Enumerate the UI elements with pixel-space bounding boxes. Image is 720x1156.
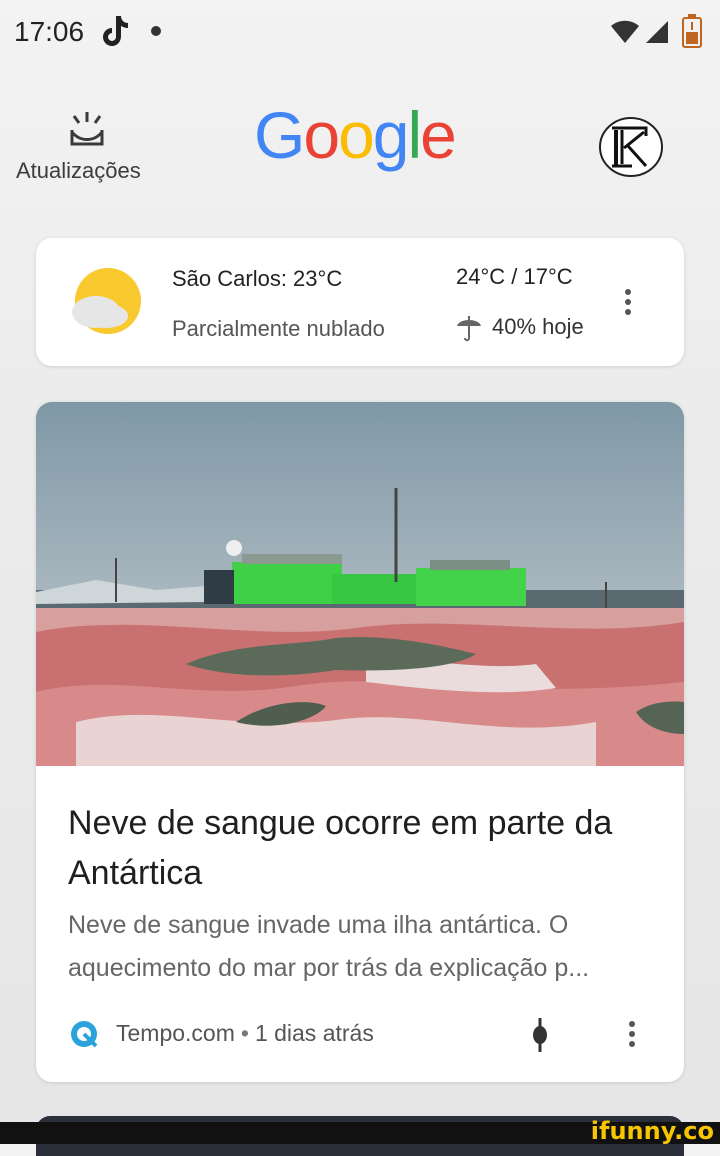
updates-label: Atualizações xyxy=(16,158,141,183)
umbrella-icon xyxy=(457,316,481,342)
logo-letter: G xyxy=(254,98,305,172)
more-options-icon[interactable] xyxy=(628,1020,636,1048)
news-card[interactable]: Neve de sangue ocorre em parte da Antárt… xyxy=(36,402,684,1082)
news-image xyxy=(36,402,684,766)
clock: 17:06 xyxy=(14,16,85,47)
notification-dot xyxy=(151,26,161,36)
updates-icon xyxy=(70,112,104,146)
more-options-icon[interactable] xyxy=(624,288,632,316)
logo-letter: o xyxy=(303,98,340,172)
ifunny-watermark: ifunny.co xyxy=(590,1117,714,1145)
weather-card[interactable]: São Carlos: 23°C Parcialmente nublado 24… xyxy=(36,238,684,366)
status-bar: 17:06 xyxy=(0,0,720,66)
logo-letter: g xyxy=(372,98,410,172)
profile-avatar[interactable] xyxy=(598,116,664,178)
wifi-icon xyxy=(611,20,639,43)
weather-high-low: 24°C / 17°C xyxy=(456,264,573,289)
partly-cloudy-icon xyxy=(72,268,141,334)
logo-letter: e xyxy=(420,98,457,172)
news-snippet: Neve de sangue invade uma ilha antártica… xyxy=(68,911,590,982)
rain-chance: 40% hoje xyxy=(492,314,584,339)
google-logo: Google xyxy=(254,98,457,172)
battery-icon xyxy=(682,14,702,48)
tempo-logo-icon xyxy=(71,1021,98,1048)
source-separator: • xyxy=(240,1020,249,1046)
logo-letter: l xyxy=(407,98,423,172)
news-source[interactable]: Tempo.com xyxy=(116,1020,235,1046)
news-source-line: Tempo.com • 1 dias atrás xyxy=(116,1020,374,1047)
news-time: 1 dias atrás xyxy=(254,1020,374,1046)
weather-condition: Parcialmente nublado xyxy=(172,316,385,341)
news-headline[interactable]: Neve de sangue ocorre em parte da Antárt… xyxy=(68,798,658,898)
weather-city-temp: São Carlos: 23°C xyxy=(172,266,343,291)
pin-icon[interactable] xyxy=(530,1016,550,1054)
logo-letter: o xyxy=(338,98,375,172)
signal-icon xyxy=(646,21,668,43)
updates-button[interactable]: Atualizações xyxy=(16,106,166,186)
tiktok-icon xyxy=(103,16,128,46)
